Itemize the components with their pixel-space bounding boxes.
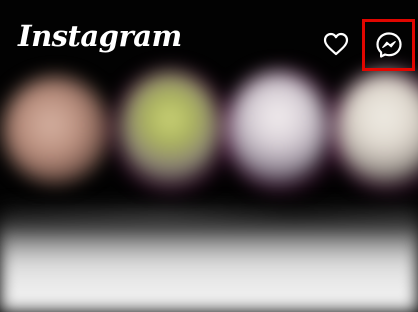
messenger-icon xyxy=(375,32,402,58)
messenger-button[interactable] xyxy=(362,19,415,71)
story-avatar[interactable] xyxy=(120,72,220,184)
story-avatar[interactable] xyxy=(228,72,328,184)
feed-post-preview xyxy=(0,220,418,312)
instagram-home-screen: Instagram xyxy=(0,0,418,312)
story-avatar-your-story[interactable] xyxy=(2,76,110,184)
top-app-bar: Instagram xyxy=(0,0,418,82)
heart-icon xyxy=(323,32,349,56)
stories-tray xyxy=(0,62,418,212)
instagram-logo: Instagram xyxy=(18,19,182,53)
notifications-button[interactable] xyxy=(320,28,352,60)
